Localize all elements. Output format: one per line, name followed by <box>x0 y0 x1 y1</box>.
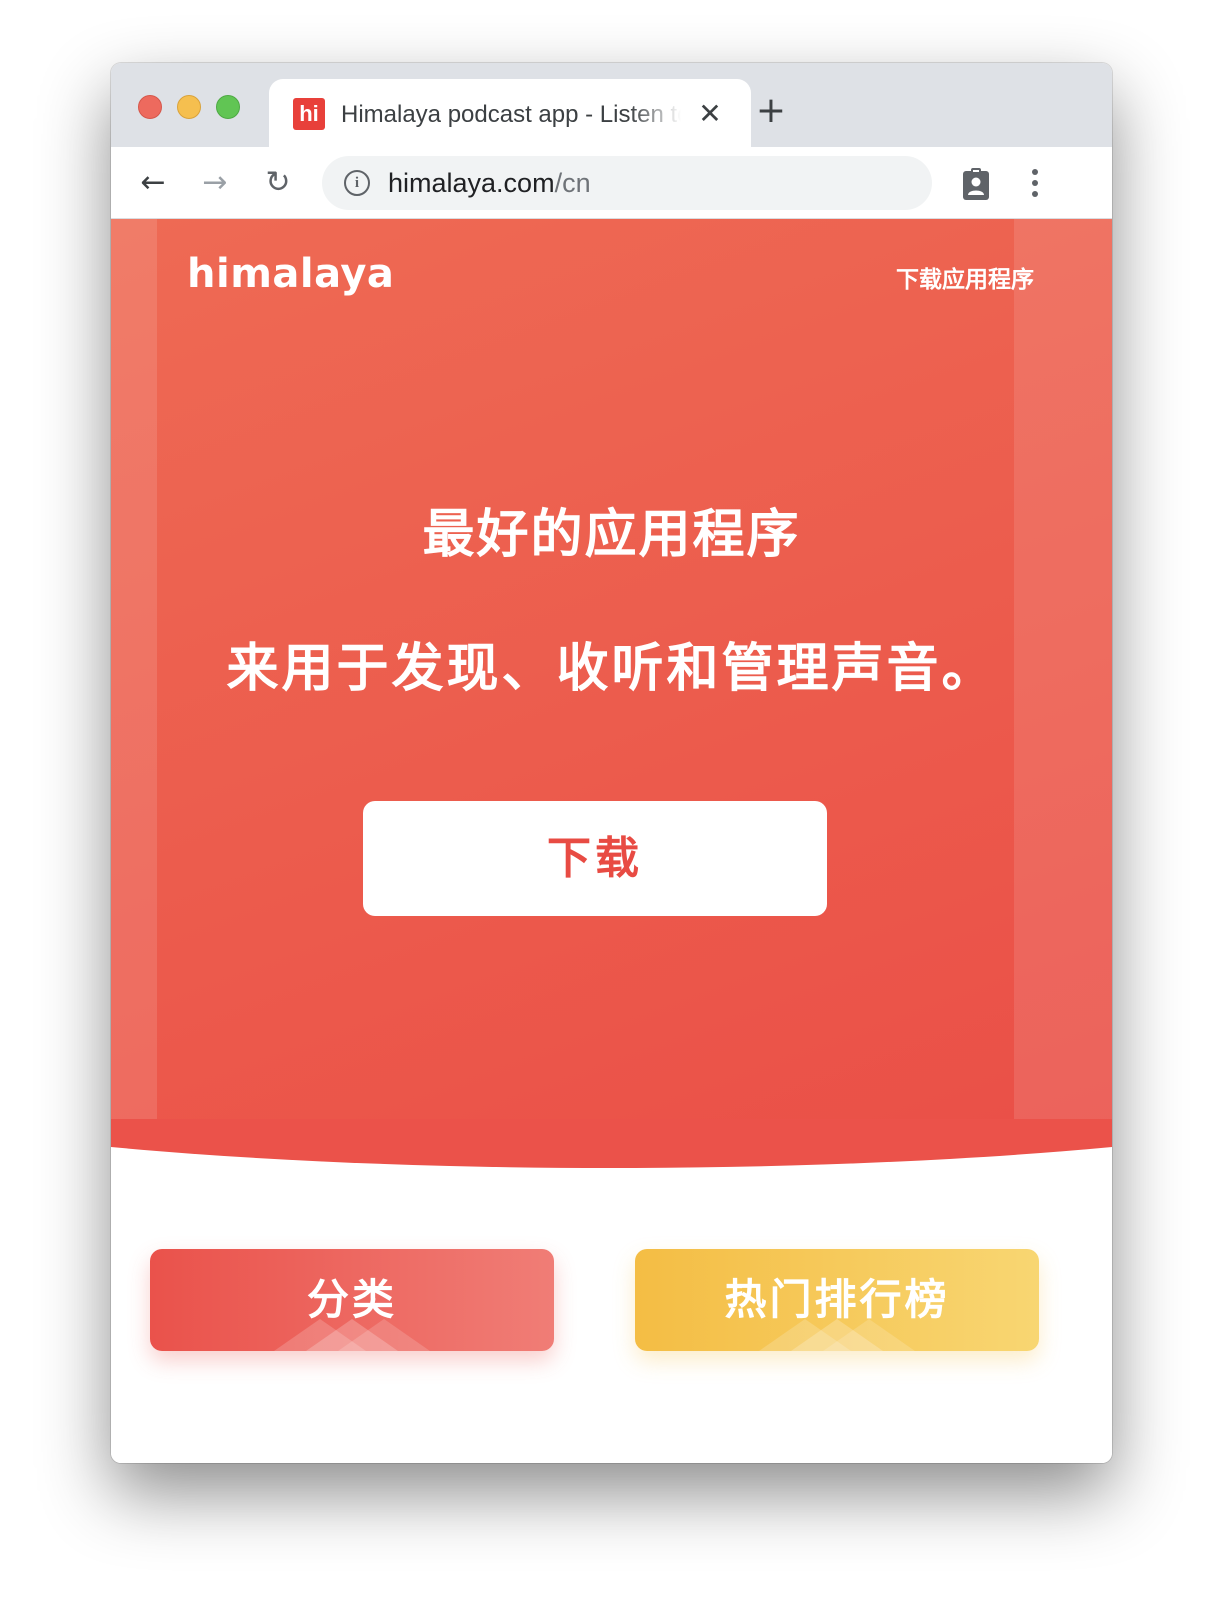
close-icon[interactable]: ✕ <box>693 97 727 131</box>
info-icon[interactable]: i <box>344 170 370 196</box>
url-text[interactable]: himalaya.com/cn <box>388 167 591 199</box>
tab-himalaya[interactable]: hi Himalaya podcast app - Listen to podc… <box>269 79 751 147</box>
headline-line-2: 来用于发现、收听和管理声音。 <box>226 639 997 699</box>
himalaya-favicon-icon: hi <box>293 98 325 130</box>
new-tab-button[interactable]: + <box>751 91 791 131</box>
categories-label: 分类 <box>306 1275 397 1324</box>
browser-toolbar: ← → ↻ i himalaya.com/cn <box>111 147 1112 219</box>
download-button[interactable]: 下载 <box>363 801 827 916</box>
forward-arrow-icon[interactable]: → <box>195 163 235 203</box>
ranking-card[interactable]: 热门排行榜 <box>635 1249 1039 1351</box>
profile-icon[interactable] <box>962 167 990 201</box>
tab-strip: hi Himalaya podcast app - Listen to podc… <box>111 63 1112 147</box>
address-bar[interactable]: i himalaya.com/cn <box>322 156 932 210</box>
headline-line-1: 最好的应用程序 <box>422 505 801 565</box>
back-arrow-icon[interactable]: ← <box>133 163 173 203</box>
ranking-label: 热门排行榜 <box>724 1275 950 1324</box>
page-content: himalaya 下载应用程序 最好的应用程序 来用于发现、收听和管理声音。 下… <box>111 219 1112 1463</box>
maximize-window-button[interactable] <box>216 95 240 119</box>
minimize-window-button[interactable] <box>177 95 201 119</box>
categories-card[interactable]: 分类 <box>150 1249 554 1351</box>
nav-download-link[interactable]: 下载应用程序 <box>896 265 1034 295</box>
reload-icon[interactable]: ↻ <box>258 163 298 203</box>
himalaya-logo[interactable]: himalaya <box>187 249 394 299</box>
hero-bottom-curve <box>111 1119 1112 1168</box>
browser-window: hi Himalaya podcast app - Listen to podc… <box>111 63 1112 1463</box>
url-host: himalaya.com <box>388 168 555 198</box>
tab-title: Himalaya podcast app - Listen to podcast… <box>341 101 681 128</box>
hero-section: himalaya 下载应用程序 最好的应用程序 来用于发现、收听和管理声音。 下… <box>111 219 1112 1147</box>
kebab-menu-icon[interactable] <box>1023 165 1047 201</box>
url-path: /cn <box>554 168 591 198</box>
close-window-button[interactable] <box>138 95 162 119</box>
